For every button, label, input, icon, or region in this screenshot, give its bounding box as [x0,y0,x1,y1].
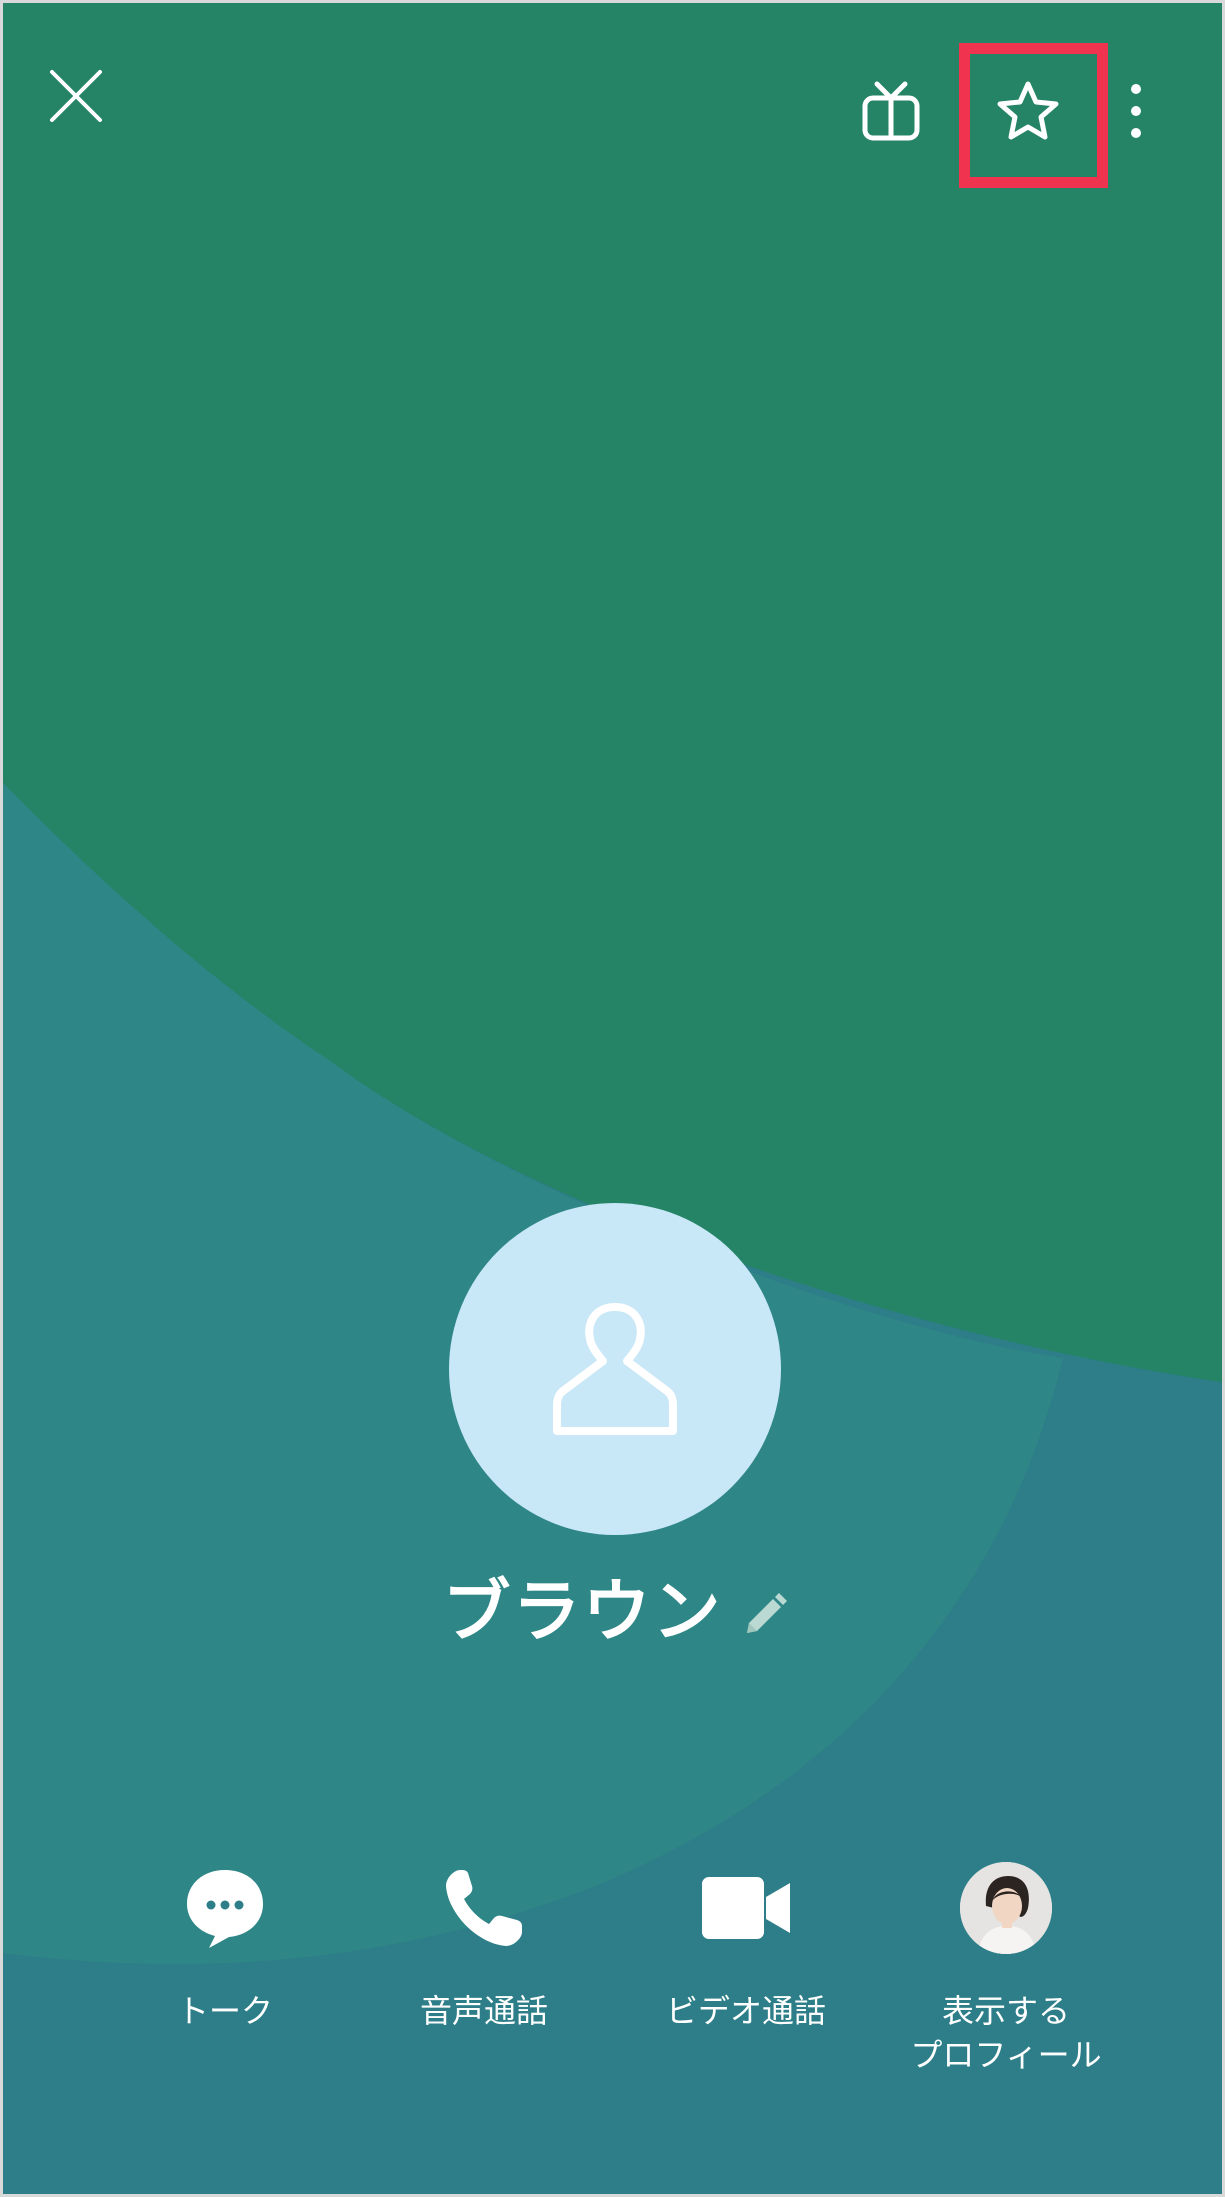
talk-button[interactable]: トーク [110,1853,340,2033]
profile-select-label-line1: 表示する [941,1992,1070,2030]
gift-icon [862,81,919,140]
profile-select-label: 表示する プロフィール [910,1989,1101,2077]
talk-label: トーク [176,1992,273,2030]
voice-call-label: 音声通話 [419,1992,548,2030]
gift-button[interactable] [843,63,938,158]
name-row: ブラウン [3,1555,1222,1655]
profile-screen: ブラウン トーク 音声通話 ビデオ通話 表示する プロフィール [0,0,1225,2197]
phone-icon [446,1870,522,1946]
chat-bubble-icon [187,1870,263,1948]
person-photo-icon [960,1862,1052,1954]
pencil-icon[interactable] [737,1589,789,1641]
person-icon [553,1303,677,1435]
action-bar: トーク 音声通話 ビデオ通話 表示する プロフィール [3,1853,1222,2083]
video-call-button[interactable]: ビデオ通話 [631,1853,861,2033]
voice-call-button[interactable]: 音声通話 [369,1853,599,2033]
video-call-label: ビデオ通話 [665,1992,826,2030]
avatar[interactable] [449,1203,781,1535]
video-camera-icon [702,1877,790,1939]
profile-name: ブラウン [442,1572,723,1652]
more-button[interactable] [1111,63,1161,158]
profile-photo [960,1862,1052,1954]
highlight-box [959,43,1108,188]
more-vertical-icon [1131,83,1141,138]
profile-select-button[interactable]: 表示する プロフィール [891,1853,1121,2077]
profile-select-label-line2: プロフィール [910,2036,1102,2074]
close-button[interactable] [33,53,119,139]
close-icon [50,70,102,122]
